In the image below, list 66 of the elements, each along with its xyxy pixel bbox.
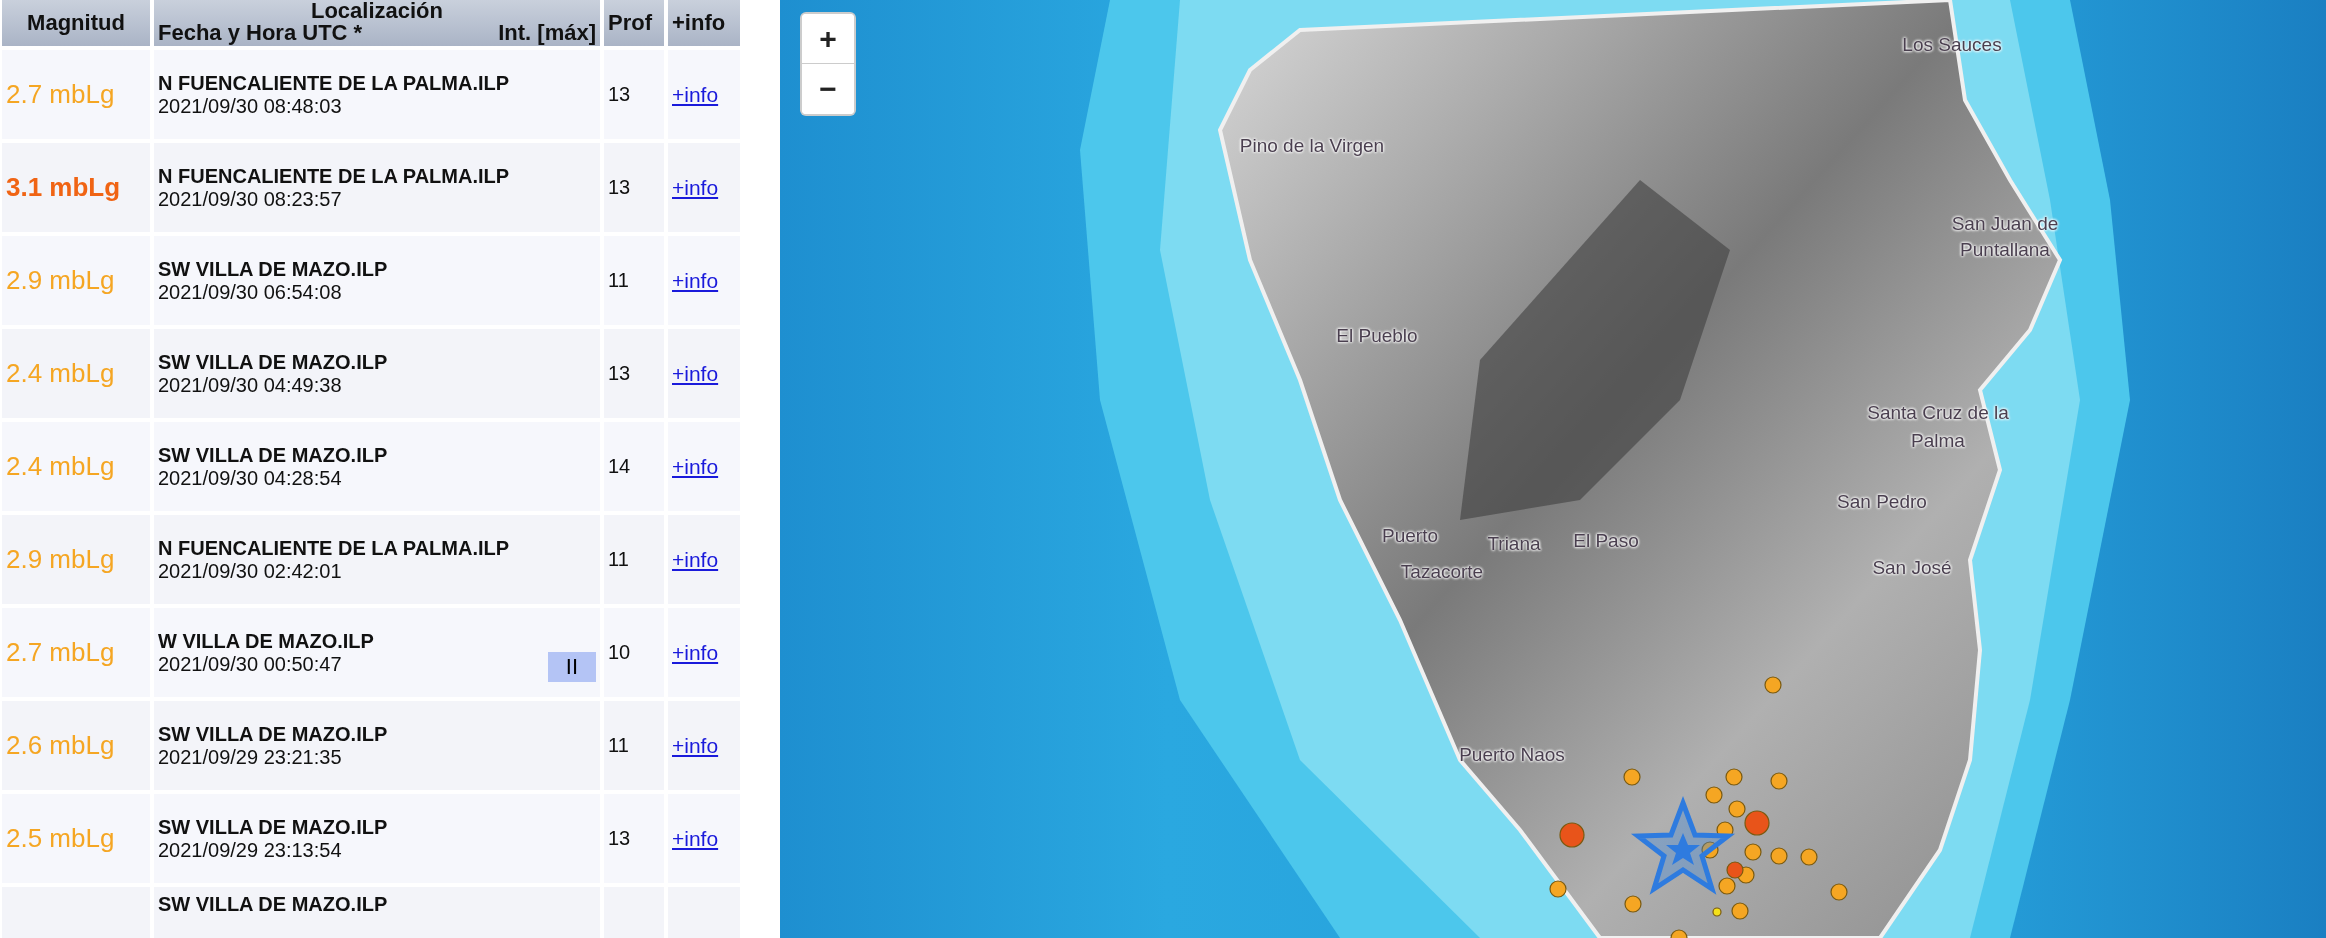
magnitude-value: 3.1 mbLg [6, 172, 121, 202]
magnitude-value: 2.9 mbLg [6, 265, 115, 295]
magnitude-value: 2.6 mbLg [6, 730, 115, 760]
depth-value: 14 [608, 455, 631, 477]
depth-value: 13 [608, 83, 631, 105]
datetime-text: 2021/09/29 23:13:54 [158, 838, 343, 862]
location-text: SW VILLA DE MAZO.ILP [158, 722, 388, 746]
magnitude-value: 2.9 mbLg [6, 544, 115, 574]
depth-value: 11 [608, 269, 629, 291]
info-link[interactable]: +info [672, 454, 719, 478]
depth-value: 13 [608, 176, 631, 198]
info-link[interactable]: +info [672, 547, 719, 571]
place-label: El Paso [1573, 530, 1639, 552]
location-text: N FUENCALIENTE DE LA PALMA.ILP [158, 71, 510, 95]
datetime-text: 2021/09/30 00:50:47 [158, 652, 343, 676]
intensity-badge: II [547, 651, 596, 682]
place-label: El Pueblo [1336, 325, 1418, 347]
depth-value: 13 [608, 827, 631, 849]
place-label: Puerto Naos [1459, 744, 1565, 766]
info-link[interactable]: +info [672, 268, 719, 292]
column-header: +info [672, 10, 726, 35]
info-link[interactable]: +info [672, 826, 719, 850]
place-label: San José [1872, 557, 1952, 579]
location-text: SW VILLA DE MAZO.ILP [158, 257, 388, 281]
info-link[interactable]: +info [672, 175, 719, 199]
place-label: Puntallana [1960, 239, 2050, 261]
location-text: N FUENCALIENTE DE LA PALMA.ILP [158, 164, 510, 188]
depth-value: 11 [608, 548, 629, 570]
column-header: Fecha y Hora UTC * [158, 21, 363, 45]
datetime-text: 2021/09/30 04:28:54 [158, 466, 343, 490]
depth-value: 11 [608, 734, 629, 756]
magnitude-value: 2.4 mbLg [6, 358, 115, 388]
column-header: Magnitud [27, 10, 125, 35]
place-label: Palma [1911, 430, 1965, 452]
magnitude-value: 2.7 mbLg [6, 637, 115, 667]
info-link[interactable]: +info [672, 640, 719, 664]
location-text: SW VILLA DE MAZO.ILP [158, 350, 388, 374]
column-header: Localización [310, 0, 443, 23]
info-link[interactable]: +info [672, 82, 719, 106]
location-text: SW VILLA DE MAZO.ILP [158, 815, 388, 839]
place-label: San Pedro [1837, 491, 1927, 513]
datetime-text: 2021/09/30 04:49:38 [158, 373, 343, 397]
place-label: Pino de la Virgen [1239, 135, 1385, 157]
datetime-text: 2021/09/30 08:23:57 [158, 187, 343, 211]
depth-value: 10 [608, 641, 631, 663]
datetime-text: 2021/09/29 23:21:35 [158, 745, 343, 769]
datetime-text: 2021/09/30 02:42:01 [158, 559, 343, 583]
location-text: W VILLA DE MAZO.ILP [158, 629, 374, 653]
column-header: Int. [máx] [498, 21, 596, 45]
place-label: Tazacorte [1400, 561, 1484, 583]
magnitude-value: 2.5 mbLg [6, 823, 115, 853]
place-label: Puerto [1382, 525, 1438, 547]
location-text: SW VILLA DE MAZO.ILP [158, 443, 388, 467]
place-label: Triana [1487, 533, 1541, 555]
magnitude-value: 2.4 mbLg [6, 451, 115, 481]
place-label: San Juan de [1951, 213, 2059, 235]
datetime-text: 2021/09/30 08:48:03 [158, 94, 343, 118]
column-header: Prof [608, 10, 652, 35]
magnitude-value: 2.7 mbLg [6, 79, 115, 109]
depth-value: 13 [608, 362, 631, 384]
location-text: N FUENCALIENTE DE LA PALMA.ILP [158, 536, 510, 560]
datetime-text: 2021/09/30 06:54:08 [158, 280, 343, 304]
zoom-in-button[interactable]: + [802, 14, 854, 64]
info-link[interactable]: +info [672, 733, 719, 757]
info-link[interactable]: +info [672, 361, 719, 385]
location-text: SW VILLA DE MAZO.ILP [158, 893, 388, 916]
